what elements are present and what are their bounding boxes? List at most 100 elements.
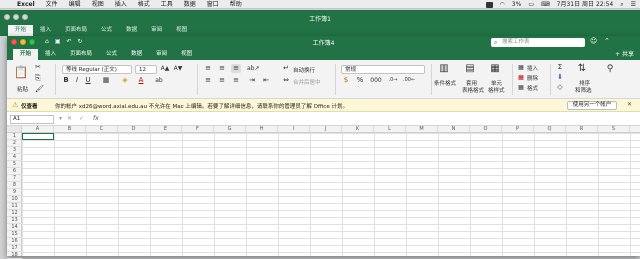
column-header-B[interactable]: B	[54, 126, 86, 133]
battery-icon[interactable]: ▭	[528, 0, 534, 9]
copy-icon[interactable]: ⎘	[35, 74, 41, 83]
clock[interactable]: 7月31日 周日 22:54	[557, 0, 614, 9]
tab-review[interactable]: 审阅	[149, 49, 174, 60]
row-header-14[interactable]: 14	[7, 224, 22, 231]
format-cells-icon[interactable]: ▦	[517, 83, 525, 92]
wrap-text-icon[interactable]: ↵	[282, 64, 290, 73]
find-select-icon[interactable]: ⚲	[603, 63, 617, 75]
tab-page-layout[interactable]: 页面布局	[63, 49, 99, 60]
paste-label[interactable]: 粘贴	[17, 85, 28, 93]
row-header-1[interactable]: 1	[7, 133, 22, 140]
column-header-H[interactable]: H	[246, 126, 278, 133]
row-header-9[interactable]: 9	[7, 189, 22, 196]
fill-color-icon[interactable]: ◈	[119, 76, 131, 85]
delete-cells-icon[interactable]: ▦	[517, 73, 525, 82]
select-all-corner[interactable]	[7, 126, 22, 133]
name-box-dropdown-icon[interactable]: ▾	[59, 115, 62, 122]
menu-app-excel[interactable]: Excel	[17, 0, 35, 9]
number-format-select[interactable]: 常规	[341, 65, 425, 74]
menu-format[interactable]: 格式	[138, 0, 150, 9]
row-header-16[interactable]: 16	[7, 238, 22, 245]
border-icon[interactable]: ▦	[99, 76, 113, 85]
column-header-P[interactable]: P	[502, 126, 534, 133]
row-header-4[interactable]: 4	[7, 154, 22, 161]
format-as-table-label-2[interactable]: 表格格式	[462, 86, 484, 94]
menu-edit[interactable]: 编辑	[69, 0, 81, 9]
format-as-table-icon[interactable]: ▤	[463, 63, 477, 75]
close-icon[interactable]: ✕	[627, 101, 632, 108]
menu-window[interactable]: 窗口	[207, 0, 219, 9]
bg-tab-view[interactable]: 视图	[169, 25, 194, 36]
use-another-account-button[interactable]: 使用另一个帐户	[567, 101, 617, 110]
row-header-5[interactable]: 5	[7, 161, 22, 168]
name-box[interactable]: A1	[10, 115, 54, 124]
font-color-icon[interactable]: A	[135, 76, 147, 85]
row-header-10[interactable]: 10	[7, 196, 22, 203]
column-header-E[interactable]: E	[150, 126, 182, 133]
background-excel-window[interactable]: 工作簿1 开始 插入 页面布局 公式 数据 审阅 视图	[0, 10, 640, 36]
smiley-feedback-icon[interactable]: ☺	[590, 37, 597, 45]
status-app-icon[interactable]	[485, 1, 493, 8]
bg-tab-home[interactable]: 开始	[8, 25, 34, 36]
sort-filter-icon[interactable]: ⇅	[575, 63, 589, 75]
align-center-icon[interactable]: ≡	[217, 76, 227, 85]
column-header-C[interactable]: C	[86, 126, 118, 133]
tab-insert[interactable]: 插入	[38, 49, 63, 60]
menu-file[interactable]: 文件	[46, 0, 58, 9]
row-header-3[interactable]: 3	[7, 147, 22, 154]
row-header-6[interactable]: 6	[7, 168, 22, 175]
italic-icon[interactable]: I	[73, 76, 81, 85]
menu-view[interactable]: 视图	[92, 0, 104, 9]
font-size-select[interactable]: 12	[135, 65, 157, 74]
phonetic-icon[interactable]: ab	[153, 76, 165, 85]
delete-cells-label[interactable]: 删除	[527, 74, 538, 82]
align-middle-icon[interactable]: ≡	[217, 64, 227, 73]
bg-tab-data[interactable]: 数据	[119, 25, 144, 36]
row-header-15[interactable]: 15	[7, 231, 22, 238]
row-header-13[interactable]: 13	[7, 217, 22, 224]
indent-icon[interactable]: ⇥	[247, 76, 257, 85]
conditional-format-label[interactable]: 条件格式	[434, 79, 456, 87]
wifi-icon[interactable]: ◠	[500, 0, 505, 9]
increase-decimal-icon[interactable]: .0→	[387, 76, 399, 85]
battery-percent[interactable]: 3%	[512, 0, 522, 9]
formula-input[interactable]	[105, 115, 635, 124]
clear-icon[interactable]: ◇	[555, 83, 565, 92]
column-header-D[interactable]: D	[118, 126, 150, 133]
cancel-entry-icon[interactable]: ✕	[67, 115, 72, 122]
share-button[interactable]: + 共享	[615, 49, 634, 60]
bg-tab-review[interactable]: 审阅	[144, 25, 169, 36]
column-header-M[interactable]: M	[406, 126, 438, 133]
column-header-F[interactable]: F	[182, 126, 214, 133]
wrap-text-label[interactable]: 自动换行	[293, 66, 315, 74]
align-left-icon[interactable]: ≡	[203, 76, 213, 85]
spotlight-icon[interactable]: ⌕	[620, 0, 623, 9]
row-header-12[interactable]: 12	[7, 210, 22, 217]
bg-tab-insert[interactable]: 插入	[33, 25, 58, 36]
format-cells-label[interactable]: 格式	[527, 84, 538, 92]
column-header-K[interactable]: K	[342, 126, 374, 133]
column-header-O[interactable]: O	[470, 126, 502, 133]
tab-formulas[interactable]: 公式	[99, 49, 124, 60]
title-bar[interactable]: ⌂ ▣ ↶ ↻ 工作簿4 搜索工作表 ⌕ ☺ ⌃	[7, 36, 640, 49]
insert-cells-label[interactable]: 插入	[527, 64, 538, 72]
row-header-17[interactable]: 17	[7, 245, 22, 252]
column-header-N[interactable]: N	[438, 126, 470, 133]
search-input[interactable]: 搜索工作表 ⌕	[491, 38, 585, 47]
outdent-icon[interactable]: ⇤	[261, 76, 271, 85]
column-header-A[interactable]: A	[22, 126, 54, 133]
decrease-font-icon[interactable]: A▼	[173, 64, 183, 73]
bg-tab-page-layout[interactable]: 页面布局	[58, 25, 94, 36]
tab-view[interactable]: 视图	[174, 49, 199, 60]
align-right-icon[interactable]: ≡	[231, 76, 241, 85]
column-header-I[interactable]: I	[278, 126, 310, 133]
align-bottom-icon[interactable]: ≡	[231, 64, 241, 73]
cell-styles-label-2[interactable]: 格样式	[488, 86, 505, 94]
column-header-S[interactable]: S	[598, 126, 630, 133]
input-method-icon[interactable]: ⌨	[541, 0, 550, 9]
autosum-icon[interactable]: Σ	[555, 63, 565, 72]
align-top-icon[interactable]: ≡	[203, 64, 213, 73]
column-header-J[interactable]: J	[310, 126, 342, 133]
bold-icon[interactable]: B	[62, 76, 70, 85]
decrease-decimal-icon[interactable]: .00←	[403, 76, 415, 85]
